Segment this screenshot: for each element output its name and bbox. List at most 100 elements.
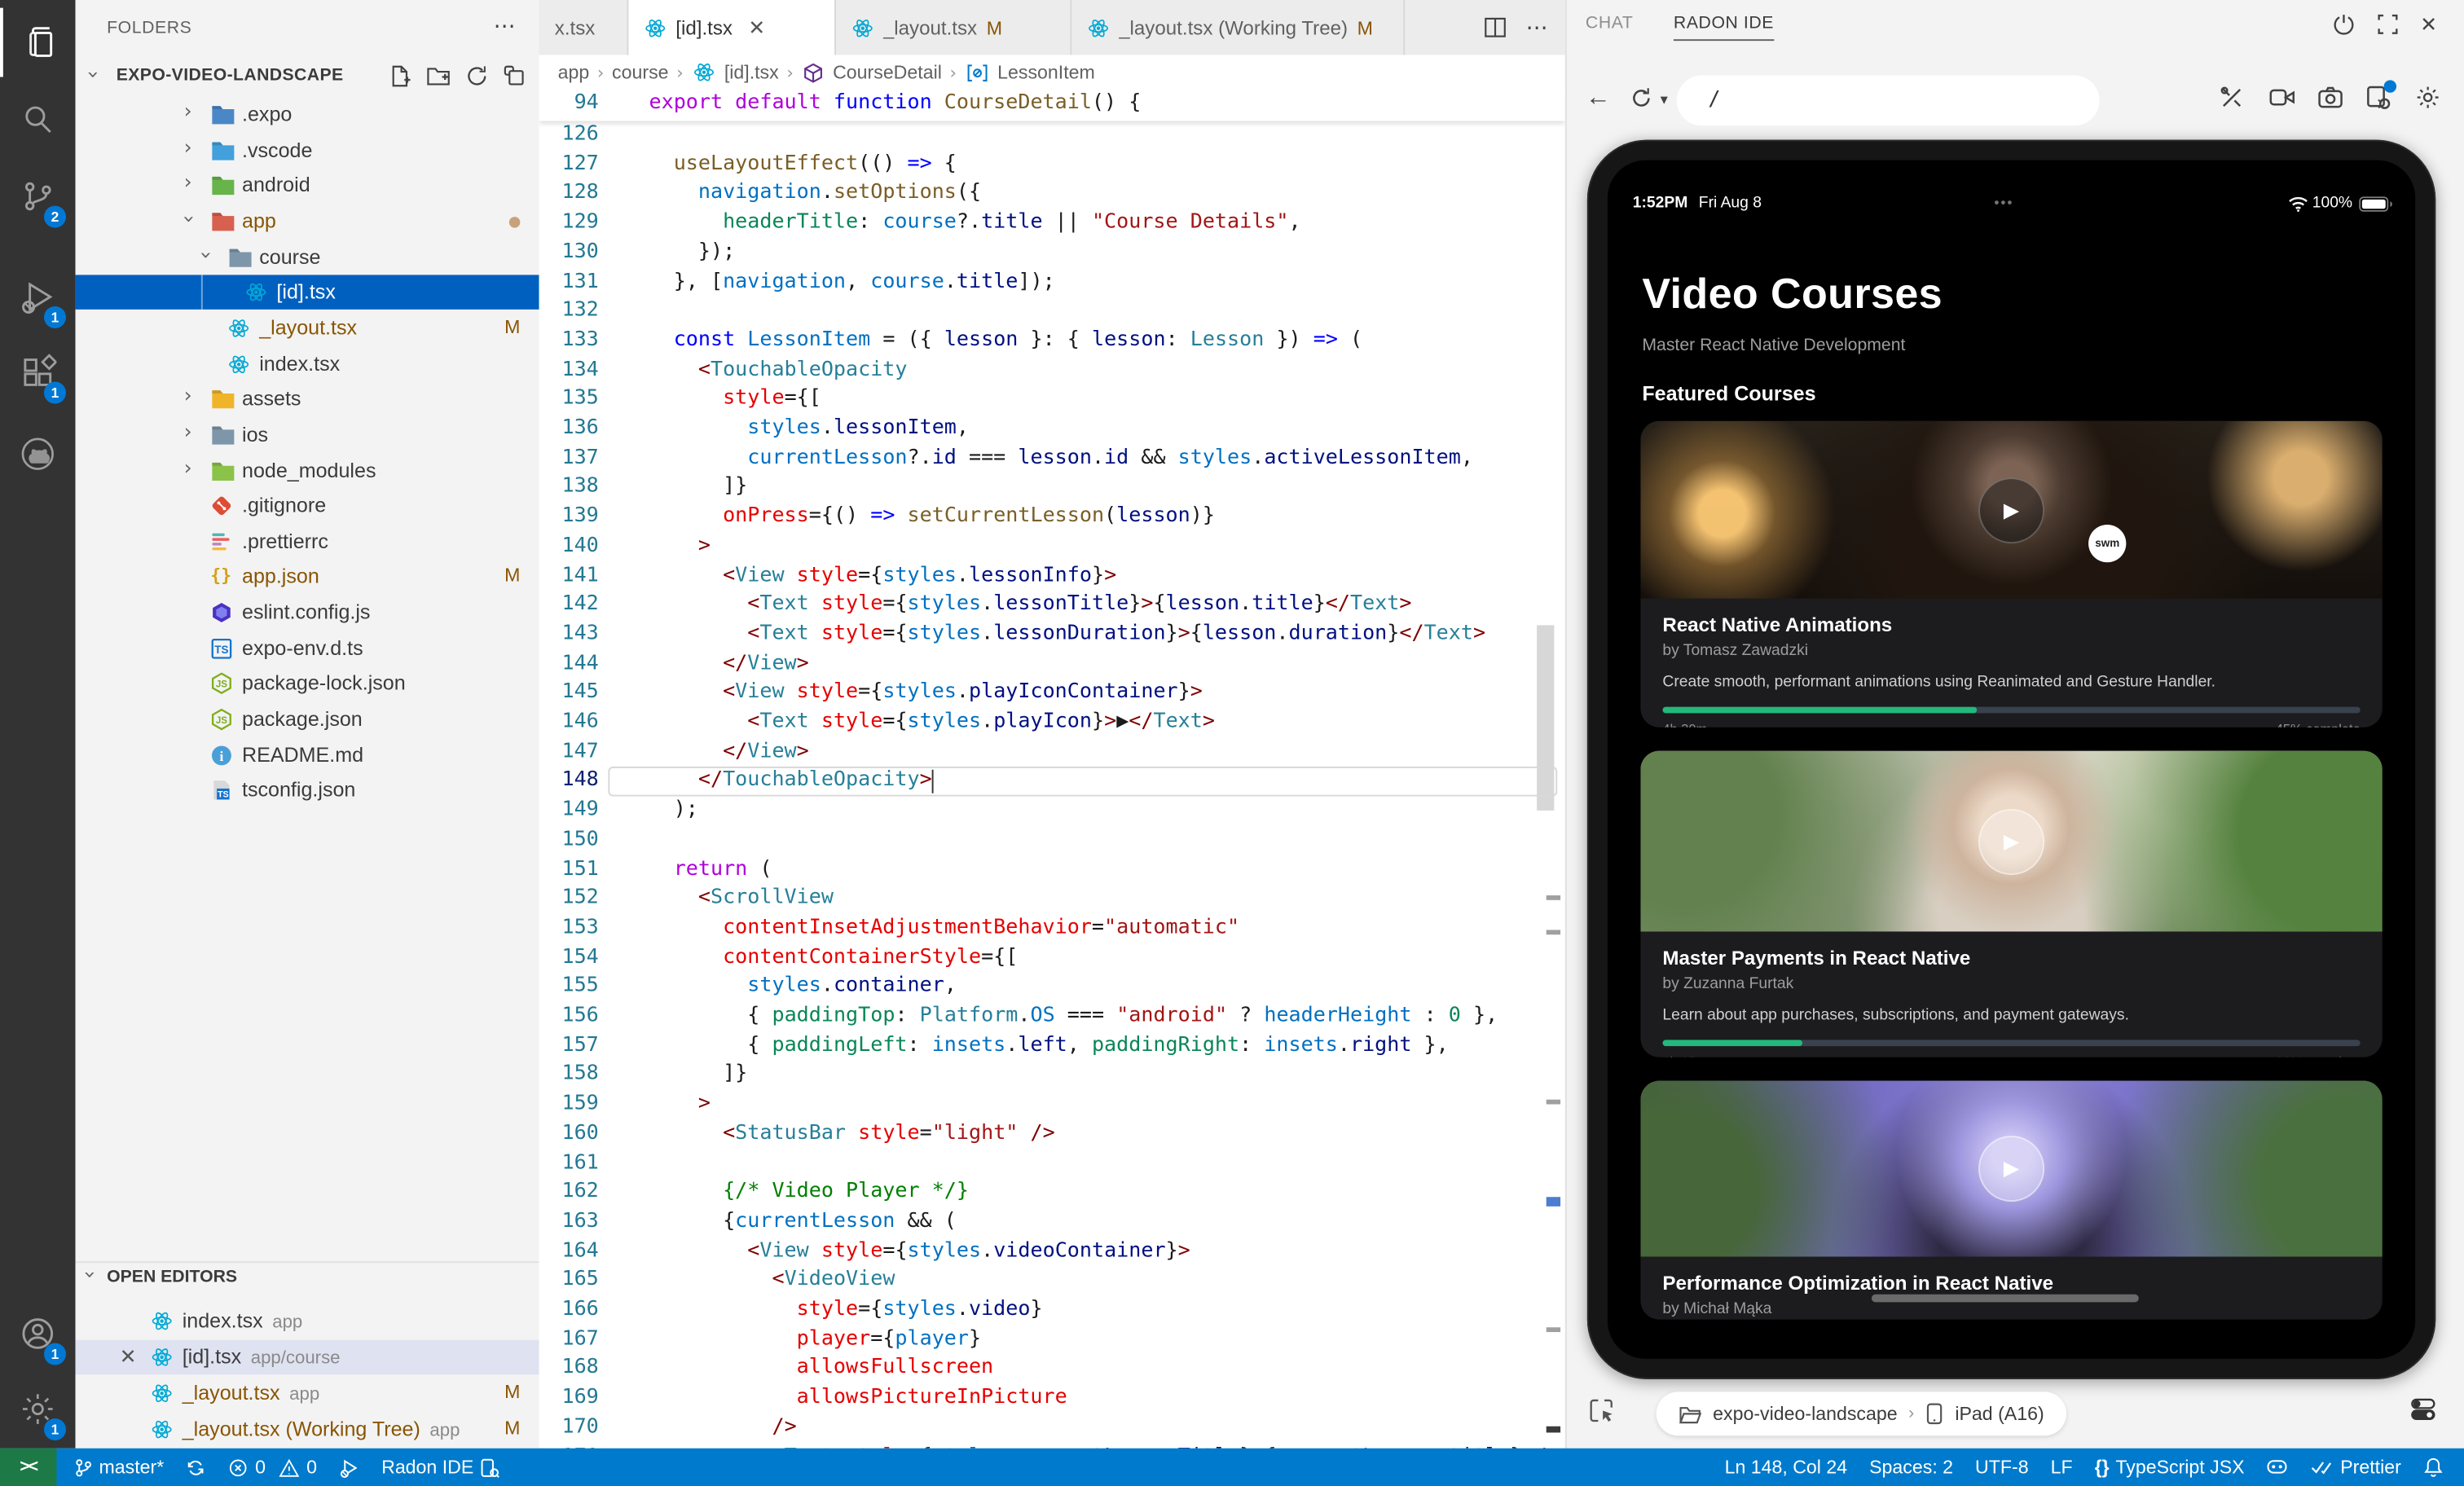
project-root-row[interactable]: › EXPO-VIDEO-LANDSCAPE bbox=[76, 59, 539, 94]
sidebar-more-icon[interactable]: ⋯ bbox=[494, 12, 517, 39]
tab-chat[interactable]: CHAT bbox=[1586, 14, 1633, 33]
activitybar-item-settings-gear[interactable]: 1 bbox=[0, 1374, 76, 1444]
tree-item-android[interactable]: ›android bbox=[76, 168, 539, 202]
refresh-icon[interactable] bbox=[465, 64, 489, 88]
code-line-168[interactable]: 168 allowsFullscreen bbox=[539, 1355, 1564, 1384]
close-icon[interactable]: ✕ bbox=[120, 1344, 137, 1369]
tab-radon-ide[interactable]: RADON IDE bbox=[1674, 14, 1774, 41]
debug-console-icon[interactable] bbox=[2365, 85, 2391, 110]
new-file-icon[interactable] bbox=[388, 64, 411, 88]
open-editor-3[interactable]: _layout.tsxappM bbox=[76, 1376, 539, 1410]
code-line-166[interactable]: 166 style={styles.video} bbox=[539, 1296, 1564, 1326]
close-icon[interactable]: ✕ bbox=[748, 15, 765, 40]
tree-item-app[interactable]: ›app bbox=[76, 204, 539, 239]
tree-item-assets[interactable]: ›assets bbox=[76, 382, 539, 416]
code-line-126[interactable]: 126 bbox=[539, 121, 1564, 150]
tab--layout-tsx-working-tree-[interactable]: _layout.tsx (Working Tree)M bbox=[1071, 0, 1405, 55]
code-line-140[interactable]: 140 > bbox=[539, 532, 1564, 561]
code-line-156[interactable]: 156 { paddingTop: Platform.OS === "andro… bbox=[539, 1002, 1564, 1031]
code-line-160[interactable]: 160 <StatusBar style="light" /> bbox=[539, 1119, 1564, 1149]
code-line-158[interactable]: 158 ]} bbox=[539, 1061, 1564, 1090]
tab-x-tsx[interactable]: x.tsx bbox=[539, 0, 628, 55]
device-settings-icon[interactable] bbox=[2409, 1395, 2437, 1423]
breadcrumb-item[interactable]: course bbox=[612, 61, 668, 83]
code-line-141[interactable]: 141 <View style={styles.lessonInfo}> bbox=[539, 561, 1564, 591]
language-mode[interactable]: {} TypeScript JSX bbox=[2083, 1449, 2255, 1486]
tree-item-eslint-config-js[interactable]: eslint.config.js bbox=[76, 596, 539, 630]
editor-more-icon[interactable]: ⋯ bbox=[1526, 14, 1550, 41]
activitybar-item-source-control[interactable]: 2 bbox=[0, 162, 76, 231]
tools-icon[interactable] bbox=[2219, 85, 2244, 110]
course-card-3[interactable]: ▶Performance Optimization in React Nativ… bbox=[1640, 1081, 2382, 1320]
breadcrumb-item[interactable]: LessonItem bbox=[997, 61, 1095, 83]
tab--layout-tsx[interactable]: _layout.tsxM bbox=[836, 0, 1071, 55]
problems-item[interactable]: 0 0 bbox=[218, 1449, 328, 1486]
code-line-169[interactable]: 169 allowsPictureInPicture bbox=[539, 1384, 1564, 1413]
code-editor[interactable]: 94export default function CourseDetail()… bbox=[539, 90, 1564, 1449]
code-line-138[interactable]: 138 ]} bbox=[539, 473, 1564, 503]
remote-indicator[interactable]: >< bbox=[0, 1449, 56, 1486]
code-line-136[interactable]: 136 styles.lessonItem, bbox=[539, 415, 1564, 444]
breadcrumb-item[interactable]: CourseDetail bbox=[833, 61, 942, 83]
open-editor-4[interactable]: _layout.tsx (Working Tree)appM bbox=[76, 1412, 539, 1446]
collapse-all-icon[interactable] bbox=[503, 64, 526, 88]
breadcrumb-item[interactable]: [id].tsx bbox=[724, 61, 779, 83]
code-line-139[interactable]: 139 onPress={() => setCurrentLesson(less… bbox=[539, 503, 1564, 532]
tree-item--layout-tsx[interactable]: _layout.tsxM bbox=[76, 311, 539, 345]
tree-item--prettierrc[interactable]: .prettierrc bbox=[76, 525, 539, 559]
reload-icon[interactable] bbox=[1630, 86, 1653, 110]
back-icon[interactable]: ← bbox=[1586, 85, 1611, 113]
tree-item-index-tsx[interactable]: index.tsx bbox=[76, 347, 539, 381]
tree-item--expo[interactable]: ›.expo bbox=[76, 98, 539, 132]
code-line-147[interactable]: 147 </View> bbox=[539, 738, 1564, 767]
activitybar-item-run-and-debug[interactable]: 1 bbox=[0, 262, 76, 332]
tree-item-package-lock-json[interactable]: JSpackage-lock.json bbox=[76, 666, 539, 701]
inspect-element-icon[interactable] bbox=[1589, 1398, 1614, 1423]
notifications-bell-icon[interactable] bbox=[2412, 1449, 2454, 1486]
tab--id-tsx[interactable]: [id].tsx✕ bbox=[628, 0, 836, 55]
activitybar-item-explorer[interactable] bbox=[0, 8, 78, 77]
code-line-145[interactable]: 145 <View style={styles.playIconContaine… bbox=[539, 679, 1564, 709]
debug-status-icon[interactable] bbox=[328, 1449, 371, 1486]
formatter-item[interactable]: Prettier bbox=[2299, 1449, 2412, 1486]
code-line-153[interactable]: 153 contentInsetAdjustmentBehavior="auto… bbox=[539, 914, 1564, 943]
activitybar-item-search[interactable] bbox=[0, 85, 76, 154]
ipad-simulator[interactable]: 1:52PM Fri Aug 8 ••• 100% Video Courses … bbox=[1587, 140, 2435, 1379]
code-line-127[interactable]: 127 useLayoutEffect(() => { bbox=[539, 150, 1564, 179]
simulator-screen[interactable]: 1:52PM Fri Aug 8 ••• 100% Video Courses … bbox=[1608, 160, 2415, 1359]
expand-icon[interactable] bbox=[2376, 12, 2400, 37]
code-line-129[interactable]: 129 headerTitle: course?.title || "Cours… bbox=[539, 209, 1564, 239]
code-line-130[interactable]: 130 }); bbox=[539, 239, 1564, 268]
code-line-144[interactable]: 144 </View> bbox=[539, 649, 1564, 679]
code-line-161[interactable]: 161 bbox=[539, 1149, 1564, 1178]
tree-item-expo-env-d-ts[interactable]: TSexpo-env.d.ts bbox=[76, 631, 539, 666]
code-line-137[interactable]: 137 currentLesson?.id === lesson.id && s… bbox=[539, 444, 1564, 473]
play-button-icon[interactable]: ▶ bbox=[1978, 1136, 2044, 1202]
activitybar-item-github[interactable] bbox=[0, 420, 76, 489]
tree-item--vscode[interactable]: ›.vscode bbox=[76, 134, 539, 168]
code-line-134[interactable]: 134 <TouchableOpacity bbox=[539, 356, 1564, 385]
code-line-165[interactable]: 165 <VideoView bbox=[539, 1267, 1564, 1296]
code-line-128[interactable]: 128 navigation.setOptions({ bbox=[539, 180, 1564, 209]
code-line-164[interactable]: 164 <View style={styles.videoContainer}> bbox=[539, 1238, 1564, 1267]
code-line-132[interactable]: 132 bbox=[539, 297, 1564, 327]
tree-item-tsconfig-json[interactable]: TStsconfig.json bbox=[76, 773, 539, 807]
activitybar-item-extensions[interactable]: 1 bbox=[0, 338, 76, 407]
code-line-154[interactable]: 154 contentContainerStyle={[ bbox=[539, 943, 1564, 973]
tree-item-app-json[interactable]: {}app.jsonM bbox=[76, 559, 539, 593]
breadcrumb[interactable]: app›course›[id].tsx›CourseDetail›LessonI… bbox=[539, 55, 1564, 89]
activitybar-item-accounts[interactable]: 1 bbox=[0, 1299, 76, 1369]
reload-dropdown-icon[interactable]: ▼ bbox=[1658, 93, 1670, 107]
code-line-167[interactable]: 167 player={player} bbox=[539, 1326, 1564, 1355]
code-line-131[interactable]: 131 }, [navigation, course.title]); bbox=[539, 268, 1564, 297]
split-editor-icon[interactable] bbox=[1484, 15, 1507, 39]
code-line-163[interactable]: 163 {currentLesson && ( bbox=[539, 1208, 1564, 1238]
cursor-position[interactable]: Ln 148, Col 24 bbox=[1714, 1449, 1859, 1486]
code-line-146[interactable]: 146 <Text style={styles.playIcon}>▶</Tex… bbox=[539, 709, 1564, 738]
sticky-scroll-line[interactable]: 94export default function CourseDetail()… bbox=[539, 90, 1564, 121]
tree-item-readme-md[interactable]: iREADME.md bbox=[76, 738, 539, 772]
code-line-133[interactable]: 133 const LessonItem = ({ lesson }: { le… bbox=[539, 327, 1564, 356]
code-line-149[interactable]: 149 ); bbox=[539, 797, 1564, 826]
code-line-159[interactable]: 159 > bbox=[539, 1090, 1564, 1119]
open-editor-2[interactable]: ✕[id].tsxapp/course bbox=[76, 1340, 539, 1374]
